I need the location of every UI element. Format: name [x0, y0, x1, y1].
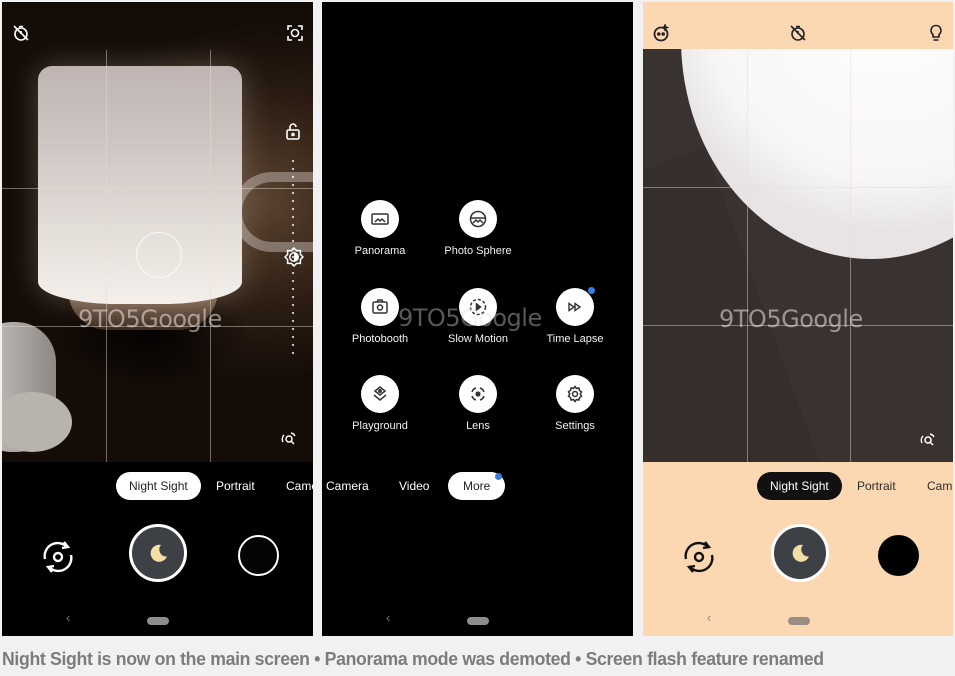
nav-back-button[interactable]: ‹: [386, 610, 390, 625]
grid-line: [210, 50, 211, 462]
mode-camera[interactable]: Came: [927, 472, 953, 500]
more-item-label: Panorama: [354, 245, 406, 257]
mode-camera[interactable]: Camera: [326, 472, 369, 500]
face-retouch-icon[interactable]: [652, 24, 670, 42]
brightness-icon[interactable]: [284, 247, 304, 267]
new-badge: [495, 473, 502, 480]
grid-line: [643, 187, 953, 188]
timer-off-icon[interactable]: [789, 24, 807, 42]
camera-screen-night-sight-dark: 9TO5Google Night Sight Portrait Came: [2, 2, 313, 636]
timer-off-icon[interactable]: [12, 24, 30, 42]
zoom-icon[interactable]: [919, 431, 937, 449]
more-item-lens[interactable]: Lens: [428, 375, 528, 432]
more-item-settings[interactable]: Settings: [525, 375, 625, 432]
screen-flash-icon[interactable]: [929, 24, 943, 42]
watermark: 9TO5Google: [719, 305, 863, 333]
nav-back-button[interactable]: ‹: [66, 610, 70, 625]
photobooth-icon: [372, 299, 388, 314]
face-retouch-icon[interactable]: [286, 24, 304, 42]
gallery-thumbnail[interactable]: [878, 535, 919, 576]
more-item-label: Slow Motion: [448, 333, 508, 345]
more-item-panorama[interactable]: Panorama: [330, 200, 430, 257]
moon-icon: [792, 544, 809, 562]
camera-screen-night-sight-screen-flash: 9TO5Google Night Sight Portrait Came ‹: [643, 2, 953, 636]
photo-sphere-icon: [469, 210, 487, 228]
moon-icon: [150, 544, 167, 562]
nav-home-pill[interactable]: [467, 617, 489, 625]
nav-home-pill[interactable]: [147, 617, 169, 625]
exposure-lock-icon[interactable]: [285, 122, 301, 140]
more-item-label: Playground: [352, 420, 408, 432]
saucer: [2, 392, 72, 452]
more-item-label: Photo Sphere: [444, 245, 512, 257]
watermark: 9TO5Google: [398, 304, 542, 332]
viewfinder[interactable]: 9TO5Google: [643, 49, 953, 462]
mode-portrait[interactable]: Portrait: [216, 472, 255, 500]
zoom-icon[interactable]: [280, 430, 298, 448]
viewfinder[interactable]: 9TO5Google: [2, 2, 313, 462]
new-badge: [588, 287, 595, 294]
more-item-label: Lens: [466, 420, 490, 432]
more-item-label: Time Lapse: [546, 333, 604, 345]
more-item-playground[interactable]: Playground: [330, 375, 430, 432]
switch-camera-icon[interactable]: [38, 537, 78, 577]
image-caption: Night Sight is now on the main screen • …: [2, 648, 824, 669]
mode-night-sight[interactable]: Night Sight: [116, 472, 201, 500]
more-item-photo-sphere[interactable]: Photo Sphere: [428, 200, 528, 257]
more-item-label: Settings: [555, 420, 595, 432]
mode-selector: Night Sight Portrait Came: [643, 472, 953, 500]
settings-icon: [567, 385, 583, 403]
grid-line: [850, 49, 851, 462]
mode-camera[interactable]: Came: [286, 472, 313, 500]
mode-selector: Night Sight Portrait Came: [2, 472, 313, 500]
camera-more-menu: Panorama Photo Sphere Photobooth Slow Mo…: [322, 2, 633, 636]
mode-night-sight[interactable]: Night Sight: [757, 472, 842, 500]
mode-selector: Camera Video More: [322, 472, 633, 500]
nav-back-button[interactable]: ‹: [707, 610, 711, 625]
mode-portrait[interactable]: Portrait: [857, 472, 896, 500]
nav-home-pill[interactable]: [788, 617, 810, 625]
watermark: 9TO5Google: [78, 305, 222, 333]
more-item-label: Photobooth: [351, 333, 409, 345]
mode-video[interactable]: Video: [399, 472, 429, 500]
grid-line: [2, 188, 313, 189]
gallery-thumbnail[interactable]: [238, 535, 279, 576]
shutter-button[interactable]: [771, 524, 829, 582]
panorama-icon: [371, 213, 389, 225]
switch-camera-icon[interactable]: [679, 537, 719, 577]
grid-line: [747, 49, 748, 462]
grid-line: [106, 50, 107, 462]
time-lapse-icon: [568, 302, 582, 312]
background-object: [232, 172, 313, 252]
shutter-button[interactable]: [129, 524, 187, 582]
focus-ring: [136, 232, 182, 278]
lens-icon: [471, 387, 485, 401]
playground-icon: [373, 386, 387, 401]
